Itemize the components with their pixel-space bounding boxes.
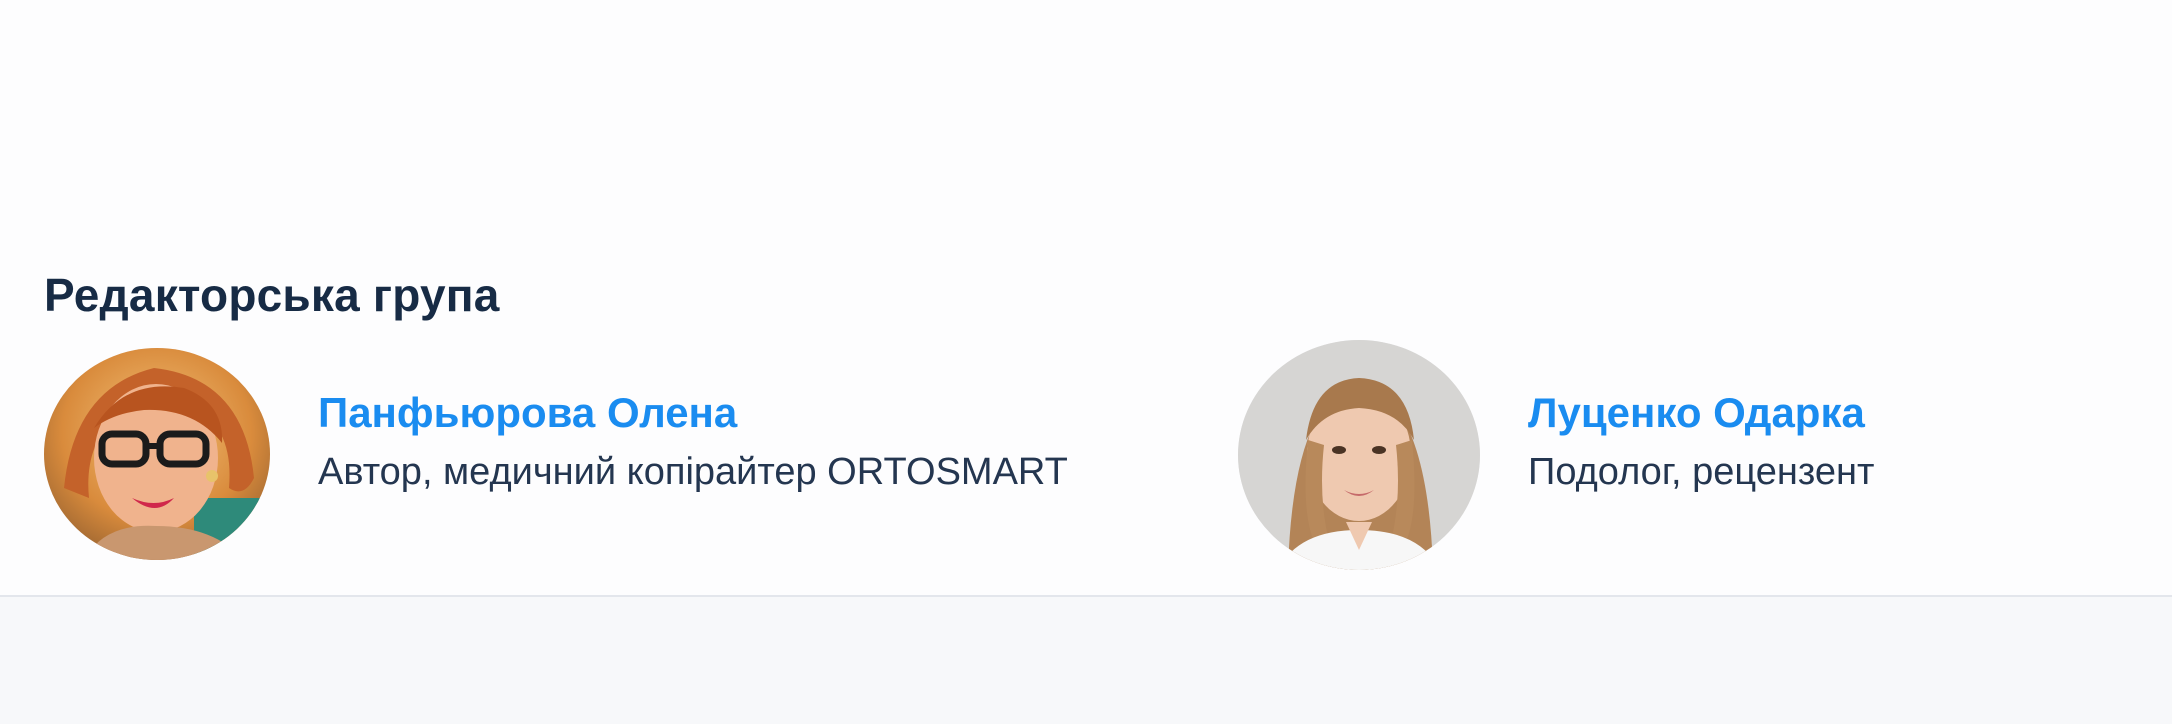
member-info: Панфьюрова Олена Автор, медичний копірай… [318,388,1068,496]
member-role: Автор, медичний копірайтер ORTOSMART [318,451,1068,494]
section-title: Редакторська група [44,269,500,321]
team-members-list: Панфьюрова Олена Автор, медичний копірай… [0,330,2172,580]
author-avatar[interactable] [44,348,270,560]
editorial-group-section: Редакторська група Панфьюрова Олена Авто… [0,0,2172,724]
member-role: Подолог, рецензент [1528,451,1875,494]
member-name-link[interactable]: Панфьюрова Олена [318,388,1068,438]
member-info: Луценко Одарка Подолог, рецензент [1528,388,1874,496]
member-name-link[interactable]: Луценко Одарка [1528,388,1874,438]
page-footer-band [0,597,2172,724]
team-member-card: Луценко Одарка Подолог, рецензент [1238,330,2138,580]
team-member-card: Панфьюрова Олена Автор, медичний копірай… [44,330,1194,580]
reviewer-avatar[interactable] [1238,340,1480,570]
reviewer-photo-icon [1238,340,1480,570]
author-photo-icon [44,348,270,560]
